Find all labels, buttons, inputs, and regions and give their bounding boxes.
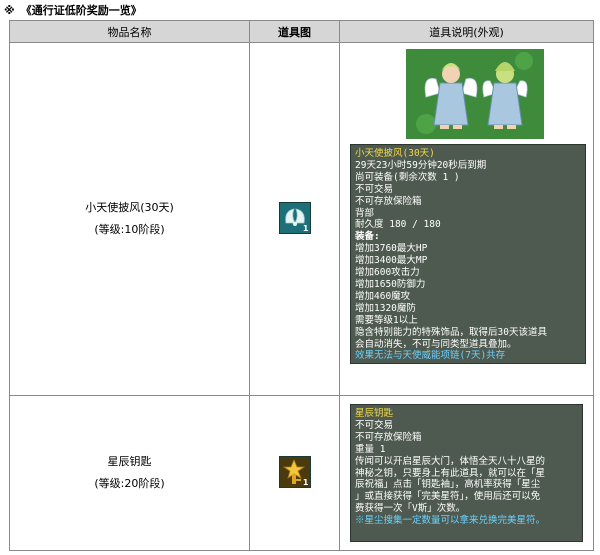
tooltip-line: 不可交易 [355, 183, 394, 195]
item-tooltip: 小天使披风(30天) 29天23小时59分钟20秒后到期 尚可装备(剩余次数 1… [350, 144, 586, 364]
title-text: 《通行证低阶奖励一览》 [20, 4, 142, 17]
header-item-name: 物品名称 [9, 20, 250, 43]
tooltip-line: 增加3760最大HP [355, 243, 428, 255]
tooltip-line: 不可存放保险箱 [355, 431, 422, 443]
tooltip-line: 费获得一次「V斯」次数。 [355, 503, 466, 515]
item-icon-cell: 1 [249, 42, 340, 396]
tooltip-line: 传闻可以开启星辰大门，体悟全天八十八星的 [355, 455, 546, 467]
tooltip-line: 会自动消失，不可与同类型道具叠加。 [355, 338, 517, 350]
tooltip-line: 需要等级1以上 [355, 314, 418, 326]
tooltip-line: 增加1320魔防 [355, 302, 416, 314]
tooltip-line: 」或直接获得「完美星符」，使用后还可以免 [355, 491, 541, 503]
item-level: (等级:20阶段) [94, 477, 165, 490]
item-description-cell: 星辰钥匙 不可交易 不可存放保险箱 重量 1 传闻可以开启星辰大门，体悟全天八十… [339, 395, 594, 551]
tooltip-line: 辰祝福」点击「钥匙袖」，高机率获得「星尘 [355, 479, 541, 491]
item-level: (等级:10阶段) [94, 223, 165, 236]
tooltip-line: 重量 1 [355, 443, 386, 455]
tooltip-line: 隐含特别能力的特殊饰品，取得后30天该道具 [355, 326, 547, 338]
item-name-cell: 星辰钥匙 (等级:20阶段) [9, 395, 250, 551]
reference-mark: ※ [4, 4, 15, 17]
item-name: 小天使披风(30天) [85, 201, 174, 214]
page-title: ※ 《通行证低阶奖励一览》 [4, 2, 142, 18]
tooltip-line: 不可存放保险箱 [355, 195, 422, 207]
tooltip-line: 29天23小时59分钟20秒后到期 [355, 159, 487, 171]
item-name-cell: 小天使披风(30天) (等级:10阶段) [9, 42, 250, 396]
header-row: 物品名称 道具图 道具说明(外观) [9, 20, 594, 43]
item-description-cell: 小天使披风(30天) 29天23小时59分钟20秒后到期 尚可装备(剩余次数 1… [339, 42, 594, 396]
tooltip-title: 小天使披风(30天) [355, 148, 435, 159]
rewards-table: 物品名称 道具图 道具说明(外观) 小天使披风(30天) (等级:10阶段) 1 [9, 20, 594, 551]
item-tooltip: 星辰钥匙 不可交易 不可存放保险箱 重量 1 传闻可以开启星辰大门，体悟全天八十… [350, 404, 583, 542]
item-name: 星辰钥匙 [107, 455, 152, 468]
angel-cape-preview-image [406, 49, 544, 139]
icon-quantity: 1 [302, 223, 309, 233]
tooltip-line: 耐久度 180 / 180 [355, 219, 441, 231]
tooltip-line: 不可交易 [355, 419, 394, 431]
tooltip-line: 增加600攻击力 [355, 267, 420, 279]
tooltip-line: 背部 [355, 207, 375, 219]
tooltip-line-note: ※星尘搜集一定数量可以拿来兑换完美星符。 [355, 515, 546, 527]
table-row: 小天使披风(30天) (等级:10阶段) 1 小天使披风(30天) 29天23小… [9, 42, 594, 396]
tooltip-line: 增加460魔攻 [355, 290, 411, 302]
icon-quantity: 1 [302, 477, 309, 487]
header-item-description: 道具说明(外观) [339, 20, 594, 43]
star-key-icon: 1 [278, 455, 311, 488]
tooltip-line-effect: 效果无法与天使威能项链(7天)共存 [355, 350, 506, 362]
tooltip-line: 装备: [355, 231, 380, 243]
item-icon-cell: 1 [249, 395, 340, 551]
tooltip-line: 增加3400最大MP [355, 255, 428, 267]
tooltip-title: 星辰钥匙 [355, 408, 394, 419]
tooltip-line: 神秘之钥，只要身上有此道具，就可以在「星 [355, 467, 546, 479]
tooltip-line: 增加1650防御力 [355, 278, 426, 290]
header-item-image: 道具图 [249, 20, 340, 43]
tooltip-line: 尚可装备(剩余次数 1 ) [355, 171, 460, 183]
angel-wing-cape-icon: 1 [278, 201, 311, 234]
table-row: 星辰钥匙 (等级:20阶段) 1 星辰钥匙 不可交易 不可存放保险箱 重量 1 … [9, 395, 594, 551]
